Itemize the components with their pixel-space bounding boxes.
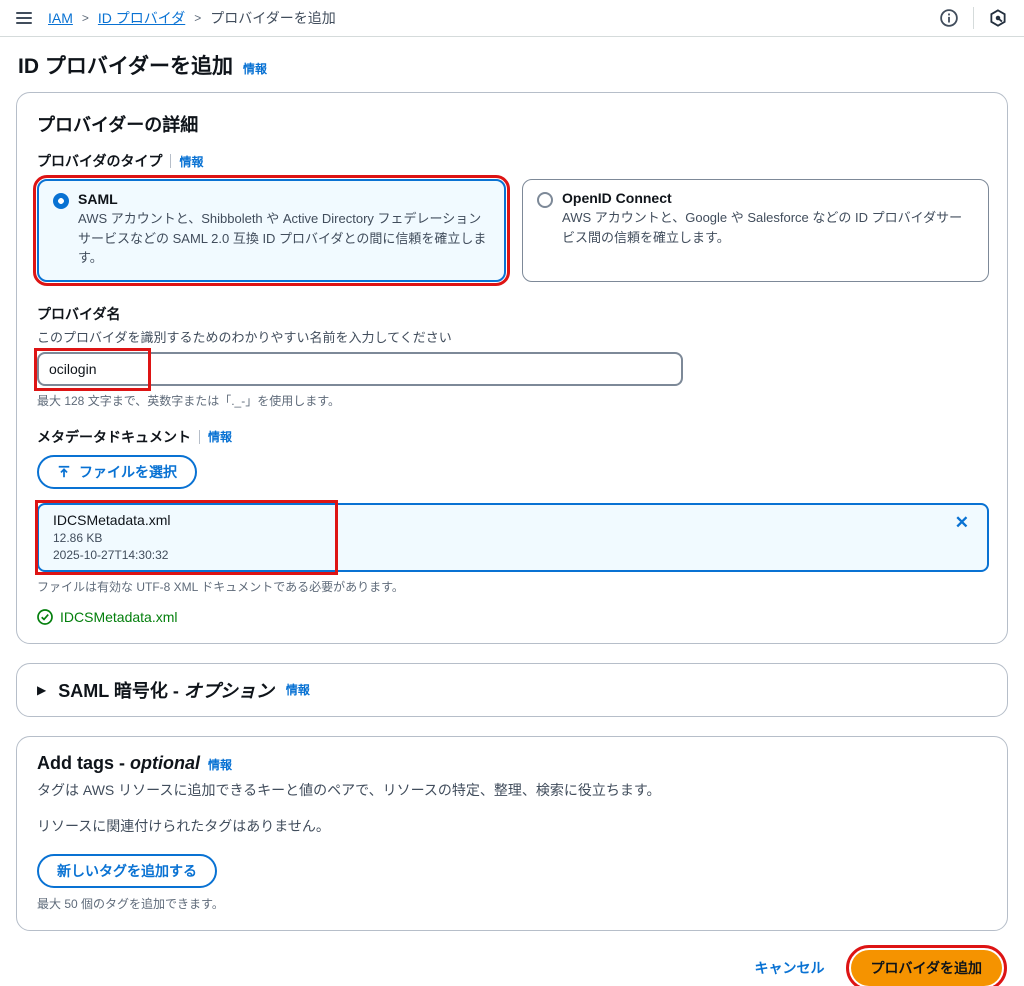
provider-name-hint: 最大 128 文字まで、英数字または「._-」を使用します。 — [37, 393, 341, 408]
hamburger-menu-icon[interactable] — [14, 10, 34, 26]
top-navigation-bar: IAM > ID プロバイダ > プロバイダーを追加 — [0, 0, 1024, 37]
choose-file-button[interactable]: ファイルを選択 — [37, 454, 197, 489]
provider-name-label: プロバイダ名 — [37, 305, 121, 322]
saml-encryption-card[interactable]: ▶ SAML 暗号化 - オプション 情報 — [16, 662, 1008, 717]
page-header: ID プロバイダーを追加 情報 — [18, 50, 1006, 80]
option-openid-title: OpenID Connect — [562, 190, 672, 206]
topbar-right-controls — [937, 6, 1010, 30]
metadata-label-row: メタデータドキュメント 情報 — [37, 427, 989, 447]
tags-heading: Add tags - optional — [37, 752, 200, 773]
upload-icon — [58, 465, 70, 477]
check-circle-icon — [37, 608, 53, 625]
amazon-q-icon[interactable] — [986, 6, 1010, 30]
add-tags-card: Add tags - optional 情報 タグは AWS リソースに追加でき… — [16, 735, 1008, 931]
breadcrumb-id-providers[interactable]: ID プロバイダ — [98, 8, 185, 28]
provider-type-options: SAML AWS アカウントと、Shibboleth や Active Dire… — [33, 175, 989, 286]
metadata-label: メタデータドキュメント — [37, 428, 191, 445]
option-openid-text: OpenID Connect AWS アカウントと、Google や Sales… — [562, 190, 974, 269]
page-info-link[interactable]: 情報 — [243, 60, 267, 77]
add-provider-button[interactable]: プロバイダを追加 — [845, 944, 1008, 986]
breadcrumb: IAM > ID プロバイダ > プロバイダーを追加 — [48, 8, 336, 28]
provider-type-info-link[interactable]: 情報 — [179, 153, 203, 170]
option-saml[interactable]: SAML AWS アカウントと、Shibboleth や Active Dire… — [33, 175, 510, 286]
saml-encryption-info-link[interactable]: 情報 — [286, 681, 310, 698]
provider-name-input[interactable] — [37, 351, 683, 386]
provider-details-heading: プロバイダーの詳細 — [37, 115, 199, 135]
option-saml-title: SAML — [78, 191, 118, 207]
provider-type-label-row: プロバイダのタイプ 情報 — [37, 151, 989, 171]
tags-hint: 最大 50 個のタグを追加できます。 — [37, 896, 224, 911]
uploaded-file-row: IDCSMetadata.xml — [37, 609, 989, 625]
breadcrumb-separator-icon: > — [194, 11, 202, 25]
selected-file-box: IDCSMetadata.xml 12.86 KB 2025-10-27T14:… — [35, 499, 989, 575]
form-actions: キャンセル プロバイダを追加 — [16, 944, 1008, 986]
breadcrumb-separator-icon: > — [81, 11, 89, 25]
provider-name-description: このプロバイダを識別するためのわかりやすい名前を入力してください — [37, 329, 452, 345]
breadcrumb-current: プロバイダーを追加 — [210, 10, 336, 26]
choose-file-label: ファイルを選択 — [79, 463, 177, 480]
cancel-button[interactable]: キャンセル — [755, 958, 825, 978]
remove-file-icon[interactable]: ✕ — [951, 512, 973, 533]
selected-file-timestamp: 2025-10-27T14:30:32 — [53, 547, 169, 562]
selected-file-info: IDCSMetadata.xml 12.86 KB 2025-10-27T14:… — [53, 512, 170, 562]
provider-type-label: プロバイダのタイプ — [37, 153, 163, 169]
saml-encryption-heading: SAML 暗号化 - オプション — [58, 680, 274, 701]
page-title: ID プロバイダーを追加 — [18, 55, 233, 78]
metadata-info-link[interactable]: 情報 — [208, 428, 232, 445]
option-openid-connect[interactable]: OpenID Connect AWS アカウントと、Google や Sales… — [522, 179, 989, 282]
metadata-hint: ファイルは有効な UTF-8 XML ドキュメントである必要があります。 — [37, 579, 404, 594]
add-tag-button[interactable]: 新しいタグを追加する — [37, 853, 217, 888]
option-saml-text: SAML AWS アカウントと、Shibboleth や Active Dire… — [78, 191, 490, 268]
label-divider — [170, 154, 172, 168]
radio-unselected-icon[interactable] — [537, 192, 553, 208]
uploaded-file-link[interactable]: IDCSMetadata.xml — [60, 609, 177, 625]
option-openid-description: AWS アカウントと、Google や Salesforce などの ID プロ… — [562, 210, 963, 245]
tags-heading-row: Add tags - optional 情報 — [37, 753, 989, 774]
provider-name-input-wrap — [34, 347, 683, 391]
topbar-divider — [973, 7, 974, 29]
selected-file-name: IDCSMetadata.xml — [53, 511, 171, 528]
info-icon[interactable] — [937, 6, 961, 30]
expand-triangle-icon[interactable]: ▶ — [37, 683, 46, 697]
label-divider — [199, 429, 200, 444]
selected-file-size: 12.86 KB — [53, 530, 103, 545]
tags-info-link[interactable]: 情報 — [208, 756, 232, 773]
tags-description: タグは AWS リソースに追加できるキーと値のペアで、リソースの特定、整理、検索… — [37, 781, 661, 798]
tags-empty-state: リソースに関連付けられたタグはありません。 — [37, 817, 330, 834]
breadcrumb-iam[interactable]: IAM — [48, 10, 73, 26]
provider-details-card: プロバイダーの詳細 プロバイダのタイプ 情報 SAML AWS アカウントと、S… — [16, 92, 1008, 644]
radio-selected-icon[interactable] — [53, 193, 69, 209]
option-saml-description: AWS アカウントと、Shibboleth や Active Directory… — [78, 211, 487, 265]
